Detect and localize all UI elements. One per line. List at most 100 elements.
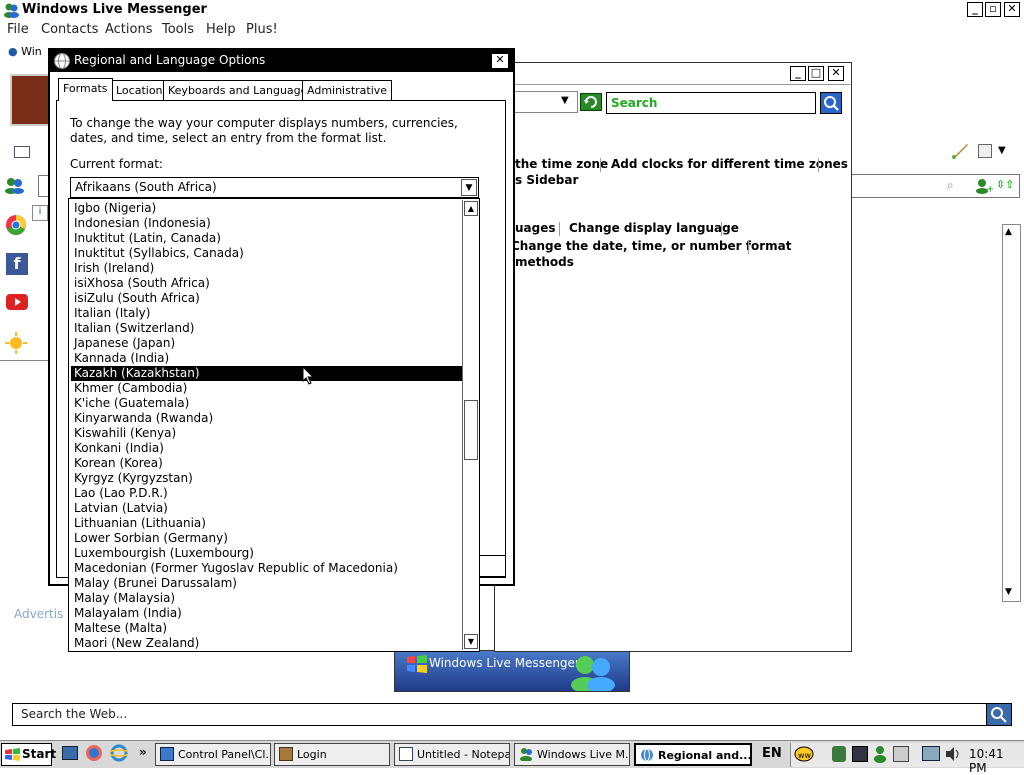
taskbar-item-control-panel[interactable]: Control Panel\Cl... xyxy=(155,743,271,766)
current-format-select[interactable]: Afrikaans (South Africa) ▼ xyxy=(70,177,479,198)
format-list-item[interactable]: Kannada (India) xyxy=(71,351,463,366)
chevron-down-icon[interactable]: ▼ xyxy=(461,179,477,196)
address-dropdown-icon[interactable]: ▼ xyxy=(561,95,569,106)
minimize-button[interactable]: _ xyxy=(967,2,983,17)
web-search-input[interactable]: Search the Web... xyxy=(12,703,988,726)
language-indicator[interactable]: EN xyxy=(762,746,782,761)
firefox-icon[interactable] xyxy=(85,744,103,762)
menu-tools[interactable]: Tools xyxy=(162,22,194,37)
format-list-item[interactable]: Lower Sorbian (Germany) xyxy=(71,531,463,546)
dialog-close-button[interactable]: ✕ xyxy=(491,53,509,69)
facebook-icon[interactable]: f xyxy=(6,253,28,275)
format-list-item[interactable]: Luxembourgish (Luxembourg) xyxy=(71,546,463,561)
format-list-item[interactable]: Kyrgyz (Kyrgyzstan) xyxy=(71,471,463,486)
email-icon[interactable] xyxy=(14,146,30,158)
add-clocks-link[interactable]: Add clocks for different time zones xyxy=(611,157,848,171)
quick-launch-more[interactable]: » xyxy=(139,745,147,759)
contact-search-field[interactable]: ⌕ xyxy=(850,174,1020,198)
chrome-icon[interactable] xyxy=(5,214,27,236)
format-list-item[interactable]: Lao (Lao P.D.R.) xyxy=(71,486,463,501)
cp-minimize-button[interactable]: _ xyxy=(790,66,806,81)
tray-messenger-icon[interactable] xyxy=(872,745,888,763)
menu-plus[interactable]: Plus! xyxy=(246,22,278,37)
format-list-item[interactable]: Konkani (India) xyxy=(71,441,463,456)
paint-brush-icon[interactable] xyxy=(950,142,970,160)
format-list-item[interactable]: Inuktitut (Latin, Canada) xyxy=(71,231,463,246)
format-list-item[interactable]: Korean (Korea) xyxy=(71,456,463,471)
start-button[interactable]: Start xyxy=(1,743,56,766)
tray-app-icon[interactable]: ww xyxy=(794,746,814,762)
network-icon[interactable] xyxy=(922,746,940,761)
change-time-zone-link[interactable]: the time zone xyxy=(515,157,608,171)
youtube-icon[interactable] xyxy=(6,294,28,310)
contact-list-scrollbar[interactable]: ▲ ▼ xyxy=(1002,224,1021,602)
format-list-item[interactable]: Igbo (Nigeria) xyxy=(71,201,463,216)
restore-button[interactable]: ▫ xyxy=(985,2,1001,17)
tab-formats[interactable]: Formats xyxy=(58,78,113,101)
format-list-item[interactable]: Indonesian (Indonesia) xyxy=(71,216,463,231)
chevron-down-icon[interactable]: ▼ xyxy=(998,145,1006,156)
close-button[interactable]: ✕ xyxy=(1004,2,1020,17)
change-date-format-link[interactable]: Change the date, time, or number format xyxy=(511,239,792,253)
customize-button-edge[interactable] xyxy=(478,555,506,577)
taskbar-item-regional[interactable]: Regional and... xyxy=(634,743,752,766)
format-list-item[interactable]: isiXhosa (South Africa) xyxy=(71,276,463,291)
tab-location[interactable]: Location xyxy=(111,80,168,101)
format-list-item[interactable]: Malay (Brunei Darussalam) xyxy=(71,576,463,591)
format-list-item[interactable]: isiZulu (South Africa) xyxy=(71,291,463,306)
tab-keyboards-and-languages[interactable]: Keyboards and Languages xyxy=(163,80,319,101)
format-list-item[interactable]: Maori (New Zealand) xyxy=(71,636,463,651)
ie-icon[interactable] xyxy=(110,744,128,762)
input-methods-link[interactable]: methods xyxy=(515,255,574,269)
volume-icon[interactable] xyxy=(944,746,962,762)
sort-icon[interactable]: ⇳⇧ xyxy=(996,178,1014,191)
menu-file[interactable]: File xyxy=(7,22,29,37)
format-list-item[interactable]: Irish (Ireland) xyxy=(71,261,463,276)
menu-actions[interactable]: Actions xyxy=(105,22,153,37)
format-list-item[interactable]: Latvian (Latvia) xyxy=(71,501,463,516)
sidebar-link[interactable]: s Sidebar xyxy=(515,173,578,187)
show-desktop-icon[interactable] xyxy=(62,746,78,760)
add-contact-icon[interactable]: + xyxy=(975,178,993,194)
clock[interactable]: 10:41 PM xyxy=(969,747,1024,775)
contacts-icon[interactable] xyxy=(4,176,26,194)
scrollbar-thumb[interactable] xyxy=(464,400,478,460)
format-list-item[interactable]: Kiswahili (Kenya) xyxy=(71,426,463,441)
format-list-item[interactable]: Inuktitut (Syllabics, Canada) xyxy=(71,246,463,261)
scroll-up-arrow[interactable]: ▲ xyxy=(1005,227,1012,237)
refresh-button[interactable] xyxy=(580,93,602,111)
format-dropdown-list[interactable]: Igbo (Nigeria) Indonesian (Indonesia) Inuk… xyxy=(68,198,480,652)
sun-icon[interactable] xyxy=(5,332,27,354)
menu-help[interactable]: Help xyxy=(206,22,236,37)
format-list-item[interactable]: Malayalam (India) xyxy=(71,606,463,621)
layout-icon[interactable] xyxy=(978,144,992,158)
tray-monitor-icon[interactable] xyxy=(852,746,868,762)
format-list-item-selected[interactable]: Kazakh (Kazakhstan) xyxy=(71,366,463,381)
cp-maximize-button[interactable]: □ xyxy=(808,66,824,81)
scroll-up-arrow[interactable]: ▲ xyxy=(464,201,478,216)
scroll-down-arrow[interactable]: ▼ xyxy=(464,634,478,649)
taskbar-item-login[interactable]: Login xyxy=(274,743,390,766)
format-list-item[interactable]: Japanese (Japan) xyxy=(71,336,463,351)
address-bar[interactable]: ▼ xyxy=(514,91,578,113)
cp-close-button[interactable]: ✕ xyxy=(828,66,844,81)
format-list-item[interactable]: Malay (Malaysia) xyxy=(71,591,463,606)
avatar[interactable] xyxy=(10,74,50,126)
cp-search-input[interactable]: Search xyxy=(606,92,816,114)
format-list-item[interactable]: Macedonian (Former Yugoslav Republic of … xyxy=(71,561,463,576)
taskbar-item-notepad[interactable]: Untitled - Notepad xyxy=(394,743,510,766)
taskbar-item-messenger[interactable]: Windows Live M... xyxy=(514,743,630,766)
dropdown-scrollbar[interactable]: ▲ ▼ xyxy=(462,200,479,650)
tray-usb-icon[interactable] xyxy=(893,746,909,762)
change-display-language-link[interactable]: Change display language xyxy=(569,221,739,235)
menu-contacts[interactable]: Contacts xyxy=(41,22,98,37)
tab-administrative[interactable]: Administrative xyxy=(302,80,393,101)
web-search-button[interactable] xyxy=(986,703,1012,726)
format-list-item[interactable]: Maltese (Malta) xyxy=(71,621,463,636)
format-list-item[interactable]: Khmer (Cambodia) xyxy=(71,381,463,396)
format-list-item[interactable]: Italian (Italy) xyxy=(71,306,463,321)
format-list-item[interactable]: Lithuanian (Lithuania) xyxy=(71,516,463,531)
format-list-item[interactable]: Kinyarwanda (Rwanda) xyxy=(71,411,463,426)
cp-search-button[interactable] xyxy=(820,92,842,114)
messenger-banner[interactable]: Windows Live Messenger xyxy=(394,650,630,692)
